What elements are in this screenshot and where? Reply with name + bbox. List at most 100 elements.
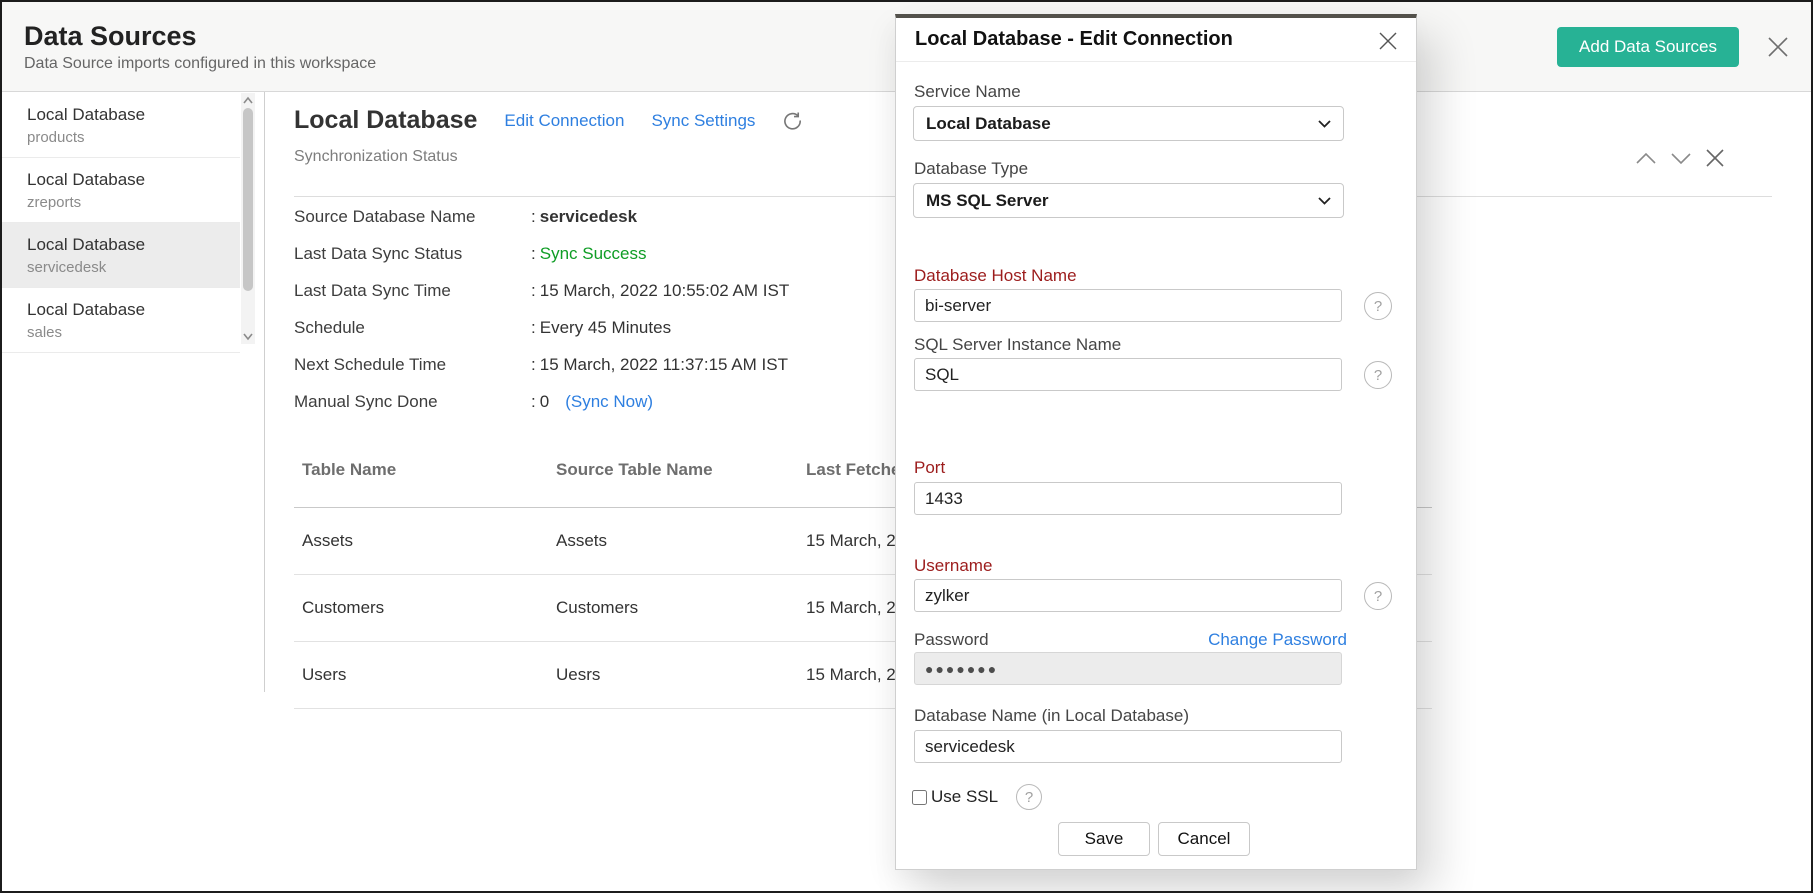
table-cell: Customers [302,598,556,618]
username-input[interactable] [914,579,1342,612]
host-help-icon[interactable]: ? [1364,292,1392,320]
detail-colon: : [531,355,536,374]
datasource-name: Local Database [27,105,240,125]
close-panel-icon[interactable] [1703,146,1727,170]
datasource-title: Local Database [294,106,477,135]
detail-colon: : [531,244,536,263]
table-column-header: Table Name [302,460,556,507]
sidebar-item-sales[interactable]: Local Database sales [2,288,240,353]
port-input[interactable] [914,482,1342,515]
next-datasource-icon[interactable] [1668,150,1694,167]
save-button[interactable]: Save [1058,822,1150,856]
database-name-input[interactable] [914,730,1342,763]
detail-row: Last Data Sync Status:Sync Success [294,235,894,272]
detail-value: :Every 45 Minutes [531,318,671,338]
scroll-down-icon[interactable] [242,330,254,342]
sql-instance-help-icon[interactable]: ? [1364,361,1392,389]
use-ssl-row: Use SSL ? [912,784,1042,810]
sync-settings-link[interactable]: Sync Settings [651,111,755,131]
sync-status-details: Source Database Name:servicedeskLast Dat… [294,198,894,420]
add-data-sources-button[interactable]: Add Data Sources [1557,27,1739,67]
detail-row: Schedule:Every 45 Minutes [294,309,894,346]
username-help-icon[interactable]: ? [1364,582,1392,610]
database-type-select[interactable]: MS SQL Server [913,183,1344,218]
sync-now-link[interactable]: (Sync Now) [565,392,653,411]
datasource-name: Local Database [27,170,240,190]
sidebar-item-servicedesk[interactable]: Local Database servicedesk [2,223,240,288]
page-header-left: Data Sources Data Source imports configu… [24,21,376,73]
database-type-label: Database Type [914,159,1028,179]
detail-colon: : [531,318,536,337]
host-name-input[interactable] [914,289,1342,322]
detail-value: :Sync Success [531,244,647,264]
modal-buttons: Save Cancel [1058,822,1250,856]
datasource-nav-icons [1633,146,1727,170]
table-cell: Customers [556,598,806,618]
app-root: Data Sources Data Source imports configu… [0,0,1813,893]
change-password-link[interactable]: Change Password [1208,630,1347,650]
scrollbar-thumb[interactable] [243,108,253,291]
datasource-table: products [27,129,240,146]
datasource-table: sales [27,324,240,341]
detail-value-text: 15 March, 2022 11:37:15 AM IST [540,355,788,374]
password-label: Password [914,630,989,650]
detail-label: Schedule [294,318,531,338]
detail-colon: : [531,207,536,226]
detail-value-text: servicedesk [540,207,637,226]
service-name-label: Service Name [914,82,1021,102]
service-name-value: Local Database [926,114,1051,134]
database-name-label: Database Name (in Local Database) [914,706,1189,726]
page-close-icon[interactable] [1765,34,1791,60]
datasource-name: Local Database [27,235,240,255]
table-cell: Assets [556,531,806,551]
use-ssl-label: Use SSL [931,787,998,807]
detail-value: :0(Sync Now) [531,392,653,412]
modal-header: Local Database - Edit Connection [896,18,1416,62]
sidebar-scrollbar[interactable] [241,93,255,344]
detail-row: Last Data Sync Time:15 March, 2022 10:55… [294,272,894,309]
datasource-list: Local Database products Local Database zrep… [2,93,240,353]
scroll-up-icon[interactable] [242,95,254,107]
detail-label: Manual Sync Done [294,392,531,412]
sidebar-item-zreports[interactable]: Local Database zreports [2,158,240,223]
detail-value-text: 15 March, 2022 10:55:02 AM IST [540,281,789,300]
modal-close-icon[interactable] [1376,29,1400,53]
detail-label: Last Data Sync Status [294,244,531,264]
use-ssl-help-icon[interactable]: ? [1016,784,1042,810]
password-input [914,652,1342,685]
sidebar: Local Database products Local Database zrep… [2,92,265,692]
database-type-value: MS SQL Server [926,191,1049,211]
modal-title: Local Database - Edit Connection [915,28,1233,51]
page-subtitle: Data Source imports configured in this w… [24,55,376,73]
section-title: Synchronization Status [294,148,458,166]
edit-connection-link[interactable]: Edit Connection [504,111,624,131]
detail-label: Next Schedule Time [294,355,531,375]
detail-row: Source Database Name:servicedesk [294,198,894,235]
refresh-icon[interactable] [782,110,803,131]
sql-instance-input[interactable] [914,358,1342,391]
service-name-select[interactable]: Local Database [913,106,1344,141]
datasource-name: Local Database [27,300,240,320]
use-ssl-checkbox[interactable] [912,790,927,805]
sidebar-item-products[interactable]: Local Database products [2,93,240,158]
cancel-button[interactable]: Cancel [1158,822,1250,856]
prev-datasource-icon[interactable] [1633,150,1659,167]
table-column-header: Source Table Name [556,460,806,507]
detail-value: :servicedesk [531,207,637,227]
datasource-table: zreports [27,194,240,211]
chevron-down-icon [1318,197,1331,205]
edit-connection-modal: Local Database - Edit Connection Service… [895,14,1417,870]
table-cell: Assets [302,531,556,551]
username-label: Username [914,556,992,576]
host-name-label: Database Host Name [914,266,1077,286]
detail-value-text: 0 [540,392,549,411]
datasource-table: servicedesk [27,259,240,276]
page-title: Data Sources [24,21,376,52]
chevron-down-icon [1318,120,1331,128]
detail-label: Source Database Name [294,207,531,227]
detail-value: :15 March, 2022 11:37:15 AM IST [531,355,788,375]
table-cell: Users [302,665,556,685]
datasource-title-row: Local Database Edit Connection Sync Sett… [294,106,803,135]
page-header-right: Add Data Sources [1557,27,1791,67]
detail-label: Last Data Sync Time [294,281,531,301]
